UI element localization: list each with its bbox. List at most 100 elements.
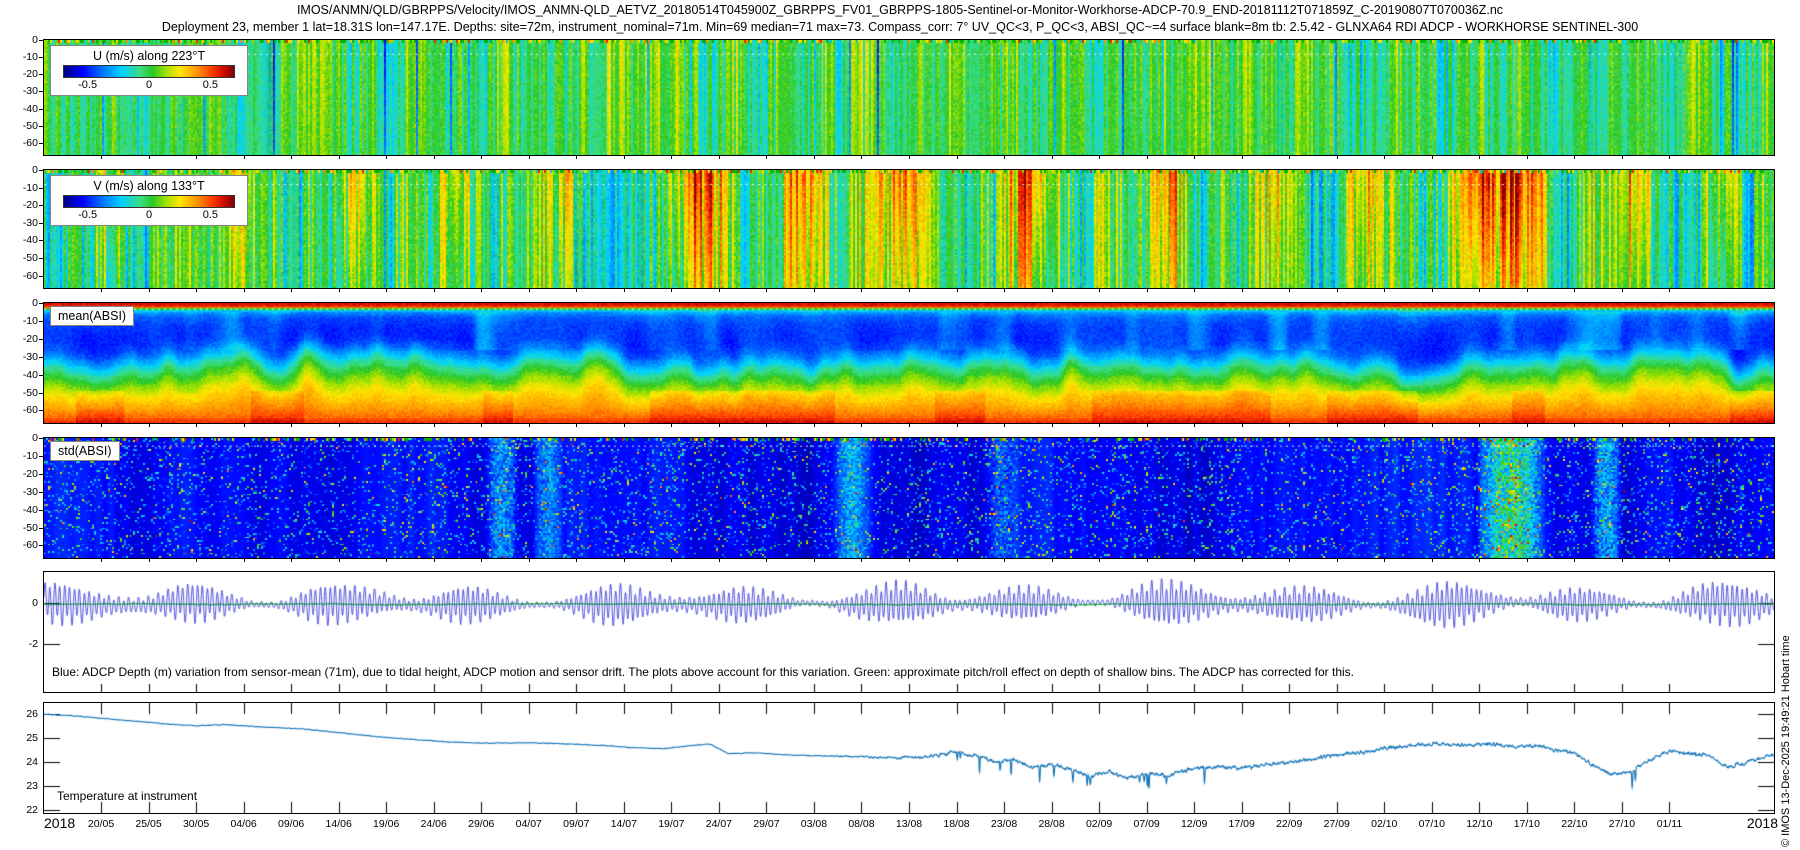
y-tick-label-depth: -20 xyxy=(2,199,38,211)
x-tick-mark xyxy=(291,424,292,427)
x-tick-mark xyxy=(529,289,530,292)
v-colorbar xyxy=(63,195,235,208)
x-tick-label-date: 12/09 xyxy=(1181,818,1207,830)
x-tick-mark xyxy=(1337,289,1338,292)
x-tick-mark xyxy=(1479,156,1480,159)
std-absi-heatmap xyxy=(44,438,1774,558)
y-tick-mark xyxy=(39,143,43,144)
y-tick-label-depth: -50 xyxy=(2,120,38,132)
y-tick-mark xyxy=(39,276,43,277)
x-tick-label-date: 17/09 xyxy=(1229,818,1255,830)
v-colorbar-ticks: -0.5 0 0.5 xyxy=(63,208,235,223)
x-tick-mark xyxy=(576,559,577,562)
panel-v-velocity xyxy=(43,169,1775,289)
x-tick-mark xyxy=(1669,424,1670,427)
x-tick-mark xyxy=(481,559,482,562)
x-tick-label-date: 29/07 xyxy=(753,818,779,830)
x-tick-mark xyxy=(1052,289,1053,292)
x-tick-mark xyxy=(671,289,672,292)
x-tick-label-date: 09/07 xyxy=(563,818,589,830)
x-tick-label-date: 04/06 xyxy=(230,818,256,830)
x-tick-mark xyxy=(434,289,435,292)
x-tick-mark xyxy=(244,289,245,292)
x-tick-label-date: 12/10 xyxy=(1466,818,1492,830)
x-tick-label-date: 07/10 xyxy=(1419,818,1445,830)
x-tick-mark xyxy=(1622,424,1623,427)
y-tick-mark xyxy=(39,303,43,304)
u-velocity-heatmap xyxy=(44,40,1774,155)
x-tick-mark xyxy=(481,156,482,159)
x-tick-mark xyxy=(576,289,577,292)
x-tick-label-date: 02/09 xyxy=(1086,818,1112,830)
y-tick-mark xyxy=(39,410,43,411)
x-tick-mark xyxy=(909,289,910,292)
y-tick-mark xyxy=(39,456,43,457)
y-tick-mark xyxy=(39,57,43,58)
u-colorbar xyxy=(63,65,235,78)
x-tick-label-date: 24/06 xyxy=(421,818,447,830)
x-tick-mark xyxy=(529,156,530,159)
x-tick-mark xyxy=(1147,424,1148,427)
x-tick-label-date: 22/09 xyxy=(1276,818,1302,830)
x-tick-mark xyxy=(149,156,150,159)
y-tick-label-depth: -10 xyxy=(2,182,38,194)
x-tick-label-date: 01/11 xyxy=(1657,818,1683,830)
x-tick-mark xyxy=(196,424,197,427)
x-tick-mark xyxy=(1669,289,1670,292)
x-tick-mark xyxy=(386,156,387,159)
x-tick-mark xyxy=(719,559,720,562)
x-tick-mark xyxy=(671,424,672,427)
x-tick-label-date: 22/10 xyxy=(1561,818,1587,830)
x-tick-mark xyxy=(624,289,625,292)
x-tick-label-date: 23/08 xyxy=(991,818,1017,830)
x-tick-mark xyxy=(671,156,672,159)
x-tick-mark xyxy=(1289,424,1290,427)
temperature-lineplot xyxy=(44,703,1774,813)
x-tick-mark xyxy=(719,424,720,427)
x-tick-mark xyxy=(1004,424,1005,427)
label-std-absi: std(ABSI) xyxy=(50,441,120,461)
x-tick-mark xyxy=(719,156,720,159)
x-tick-mark xyxy=(1527,156,1528,159)
x-tick-mark xyxy=(957,559,958,562)
x-tick-mark xyxy=(1574,156,1575,159)
y-tick-label-depth: -40 xyxy=(2,369,38,381)
y-tick-label-temperature: 22 xyxy=(2,804,38,816)
x-tick-mark xyxy=(529,424,530,427)
temperature-label: Temperature at instrument xyxy=(57,789,197,803)
x-tick-mark xyxy=(149,424,150,427)
y-tick-label-depth: -20 xyxy=(2,333,38,345)
y-tick-mark xyxy=(39,339,43,340)
y-tick-label-temperature: 23 xyxy=(2,780,38,792)
x-tick-label-date: 30/05 xyxy=(183,818,209,830)
y-tick-mark xyxy=(39,205,43,206)
x-tick-mark xyxy=(909,559,910,562)
x-tick-mark xyxy=(386,424,387,427)
y-tick-mark xyxy=(39,438,43,439)
x-tick-mark xyxy=(1622,156,1623,159)
x-tick-mark xyxy=(957,156,958,159)
x-tick-label-date: 19/07 xyxy=(658,818,684,830)
x-tick-mark xyxy=(339,156,340,159)
x-tick-mark xyxy=(244,156,245,159)
x-tick-mark xyxy=(1099,156,1100,159)
y-tick-label-depth: -10 xyxy=(2,315,38,327)
x-tick-label-date: 14/07 xyxy=(611,818,637,830)
x-tick-mark xyxy=(814,424,815,427)
x-tick-mark xyxy=(576,424,577,427)
x-tick-mark xyxy=(1384,156,1385,159)
y-tick-label-depth: 0 xyxy=(2,164,38,176)
x-tick-mark xyxy=(244,424,245,427)
x-tick-mark xyxy=(766,559,767,562)
y-tick-label-depth: -10 xyxy=(2,51,38,63)
panel-std-absi xyxy=(43,437,1775,559)
u-colorbar-ticks: -0.5 0 0.5 xyxy=(63,78,235,93)
y-tick-mark xyxy=(39,528,43,529)
x-tick-label-date: 07/09 xyxy=(1133,818,1159,830)
x-tick-mark xyxy=(481,289,482,292)
x-tick-mark xyxy=(1242,156,1243,159)
u-colorbar-tick-neg: -0.5 xyxy=(78,79,97,91)
x-tick-mark xyxy=(1384,424,1385,427)
legend-u-title: U (m/s) along 223°T xyxy=(51,46,247,65)
x-tick-mark xyxy=(386,559,387,562)
